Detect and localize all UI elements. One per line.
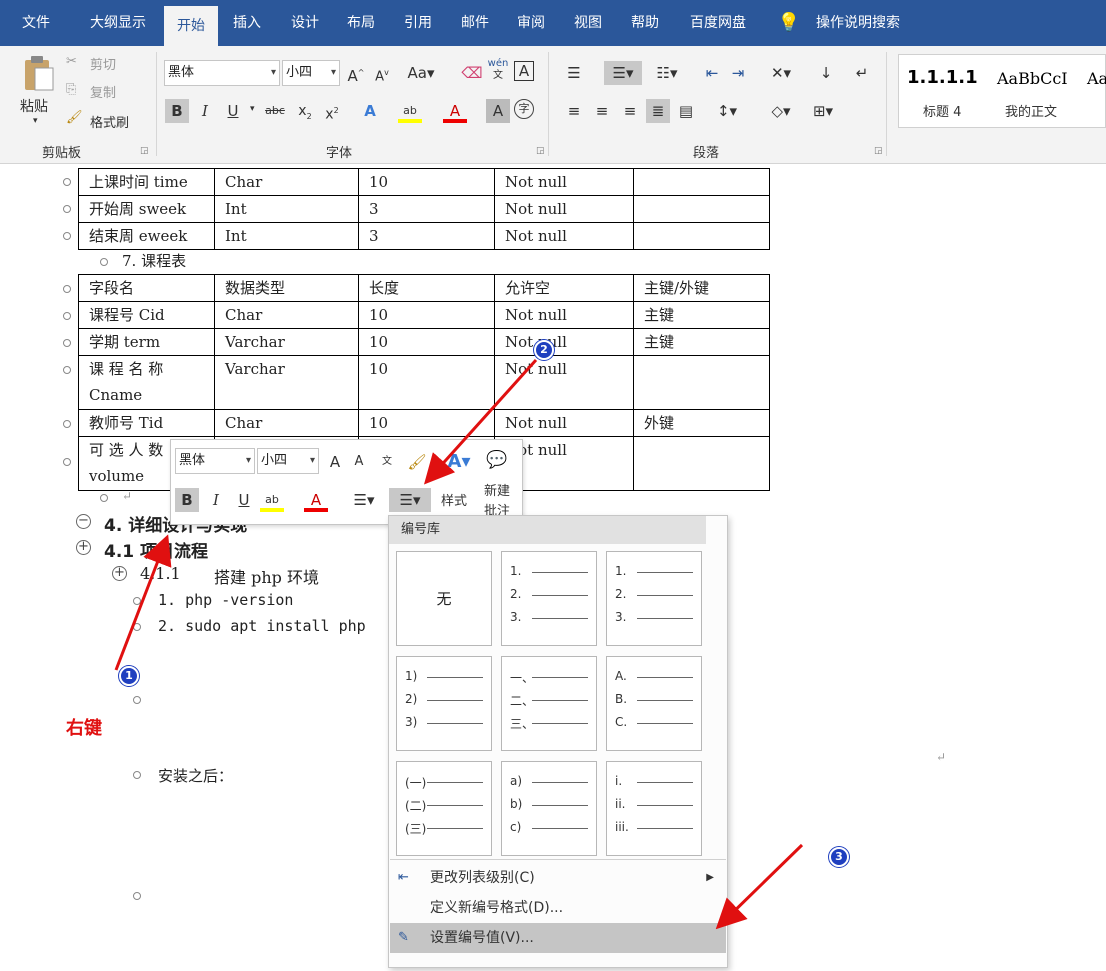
arrow-step3 xyxy=(715,843,804,930)
arrow-step1 xyxy=(114,534,172,671)
arrow-step2 xyxy=(423,358,538,485)
step-badge-2: 2 xyxy=(534,340,554,360)
step-badge-3: 3 xyxy=(829,847,849,867)
word-window: 文件 大纲显示 开始 插入 设计 布局 引用 邮件 审阅 视图 帮助 百度网盘 … xyxy=(0,0,1106,971)
step-badge-1: 1 xyxy=(119,666,139,686)
annotation-arrows xyxy=(114,358,804,930)
